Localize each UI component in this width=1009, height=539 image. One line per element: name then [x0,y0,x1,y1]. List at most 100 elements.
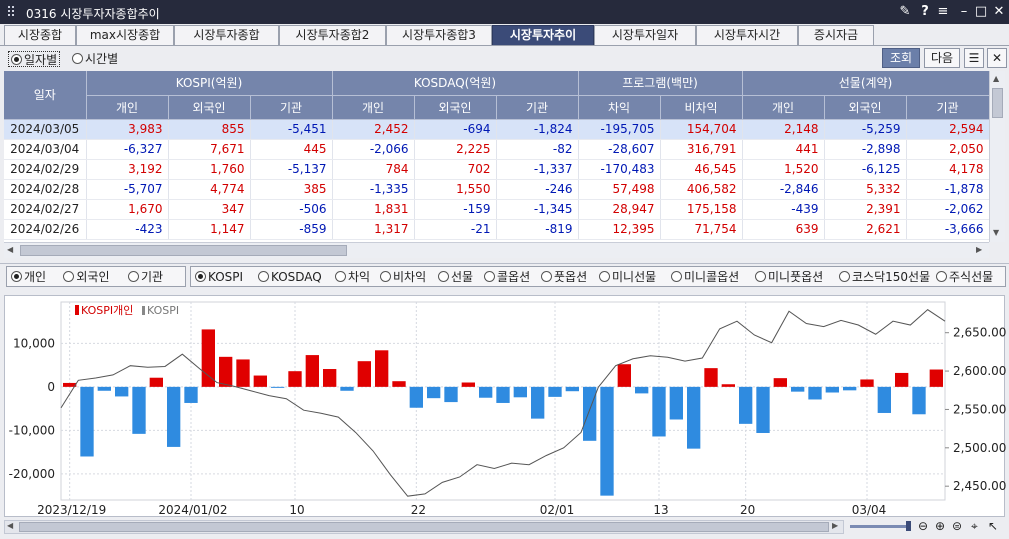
tab-market-funds[interactable]: 증시자금 [798,25,874,45]
scroll-up-icon[interactable]: ▲ [993,74,999,83]
investor-radio-0[interactable]: 개인 [11,269,46,285]
investor-radio-2[interactable]: 기관 [128,269,163,285]
next-button[interactable]: 다음 [924,48,960,68]
bar-mark [565,386,579,392]
zoom-slider[interactable] [850,525,910,528]
header-col-2[interactable]: 기관 [250,95,333,120]
header-col-8[interactable]: 개인 [742,95,825,120]
cell-value: 441 [742,139,825,160]
zoom-in-icon[interactable]: ⊕ [935,519,945,533]
bar-mark [808,386,822,400]
tab-market-investor-time[interactable]: 시장투자시간 [696,25,798,45]
tab-market-investor-summary-3[interactable]: 시장투자종합3 [386,25,492,45]
header-col-6[interactable]: 차익 [578,95,661,120]
header-col-4[interactable]: 외국인 [414,95,497,120]
close-panel-icon[interactable]: ✕ [987,48,1007,68]
market-radio-10[interactable]: 코스닥150선물 [839,269,930,285]
bar-mark [791,386,805,392]
grip-icon[interactable] [8,6,18,16]
header-col-5[interactable]: 기관 [496,95,579,120]
crosshair-icon[interactable]: ⌖ [971,519,978,534]
scroll-left-icon[interactable]: ◀ [7,245,13,254]
header-col-1[interactable]: 외국인 [168,95,251,120]
market-radio-label: 미니콜옵션 [684,270,740,284]
radio-time[interactable]: 시간별 [72,51,118,67]
cell-value: 1,760 [168,159,251,180]
maximize-icon[interactable]: □ [973,4,989,20]
x-axis-tick-label: 20 [740,503,755,517]
header-col-0[interactable]: 개인 [86,95,169,120]
bar-mark [912,386,926,415]
help-icon[interactable]: ? [917,4,933,20]
cell-value: -1,335 [332,179,415,200]
pin-icon[interactable]: ✎ [897,4,913,20]
table-row[interactable]: 2024/02/26 -423 1,147 -859 1,317 -21 -819 12,39… [4,219,989,240]
tab-market-investor-trend[interactable]: 시장투자추이 [492,25,594,45]
tab-max-market-summary[interactable]: max시장종합 [76,25,174,45]
tab-market-investor-summary-2[interactable]: 시장투자종합2 [279,25,386,45]
scroll-down-icon[interactable]: ▼ [993,228,999,237]
cell-value: 2,594 [906,119,989,140]
market-radio-5[interactable]: 콜옵션 [484,269,530,285]
header-col-10[interactable]: 기관 [906,95,989,120]
pointer-icon[interactable]: ↖ [988,519,998,533]
x-axis-tick-label: 2024/01/02 [158,503,227,517]
market-radio-label: 미니풋옵션 [768,270,824,284]
cell-value: 702 [414,159,497,180]
scroll-right-icon[interactable]: ▶ [976,245,982,254]
bar-mark [236,359,250,387]
tab-bar: 시장종합 max시장종합 시장투자종합 시장투자종합2 시장투자종합3 시장투자… [4,25,1008,45]
menu-icon[interactable]: ≡ [935,4,951,20]
header-col-7[interactable]: 비차익 [660,95,743,120]
tab-market-investor-daily[interactable]: 시장투자일자 [594,25,696,45]
market-radio-6[interactable]: 풋옵션 [541,269,587,285]
radio-dot-icon [195,271,206,282]
market-radio-label: 코스닥150선물 [852,270,931,284]
market-radio-9[interactable]: 미니풋옵션 [755,269,823,285]
left-axis-tick-label: -10,000 [9,423,55,437]
cell-value: 2,148 [742,119,825,140]
market-radio-1[interactable]: KOSDAQ [258,269,322,285]
market-selector: KOSPI KOSDAQ 차익 비차익 선물 콜옵션 풋옵션 미니선물 미니콜옵션 미니풋옵션 코스… [190,266,1006,287]
header-col-3[interactable]: 개인 [332,95,415,120]
horizontal-scroll-thumb[interactable] [20,245,347,256]
legend-bar-swatch [75,305,79,315]
investor-radio-1[interactable]: 외국인 [63,269,110,285]
list-view-icon[interactable]: ☰ [964,48,984,68]
chart-scroll-right-icon[interactable]: ▶ [832,521,838,530]
table-row[interactable]: 2024/03/04 -6,327 7,671 445 -2,066 2,225 -82 -2… [4,139,989,160]
header-col-9[interactable]: 외국인 [824,95,907,120]
market-radio-2[interactable]: 차익 [335,269,370,285]
vertical-scrollbar[interactable]: ▲ ▼ [989,71,1005,242]
table-row[interactable]: 2024/02/27 1,670 347 -506 1,831 -159 -1,345 28,… [4,199,989,220]
zoom-reset-icon[interactable]: ⊜ [952,519,962,533]
vertical-scroll-thumb[interactable] [992,88,1003,118]
tab-market-investor-summary[interactable]: 시장투자종합 [174,25,279,45]
cell-value: 406,582 [660,179,743,200]
header-date[interactable]: 일자 [4,71,87,120]
chart-scroll-left-icon[interactable]: ◀ [7,521,13,530]
chart-scrollbar[interactable]: ◀ ▶ [4,520,844,534]
tab-market-summary[interactable]: 시장종합 [4,25,76,45]
market-radio-label: KOSPI [208,270,244,284]
table-row[interactable]: 2024/02/28 -5,707 4,774 385 -1,335 1,550 -246 5… [4,179,989,200]
cell-date: 2024/02/29 [4,159,87,180]
market-radio-0[interactable]: KOSPI [195,269,243,285]
market-radio-3[interactable]: 비차익 [380,269,426,285]
horizontal-scrollbar[interactable]: ◀ ▶ [4,242,989,258]
market-radio-11[interactable]: 주식선물 [936,269,993,285]
chart-scroll-thumb[interactable] [19,522,829,532]
table-row[interactable]: 2024/02/29 3,192 1,760 -5,137 784 702 -1,337 -1… [4,159,989,180]
close-icon[interactable]: ✕ [991,4,1007,20]
zoom-out-icon[interactable]: ⊖ [918,519,928,533]
market-radio-4[interactable]: 선물 [438,269,473,285]
cell-value: 316,791 [660,139,743,160]
query-button[interactable]: 조회 [882,48,920,68]
minimize-icon[interactable]: – [956,4,972,20]
zoom-slider-handle[interactable] [906,521,911,531]
market-radio-8[interactable]: 미니콜옵션 [671,269,739,285]
market-radio-7[interactable]: 미니선물 [599,269,656,285]
radio-daily[interactable]: 일자별 [8,51,61,67]
table-row[interactable]: 2024/03/05 3,983 855 -5,451 2,452 -694 -1,824-… [4,119,989,140]
radio-dot-icon [11,271,22,282]
